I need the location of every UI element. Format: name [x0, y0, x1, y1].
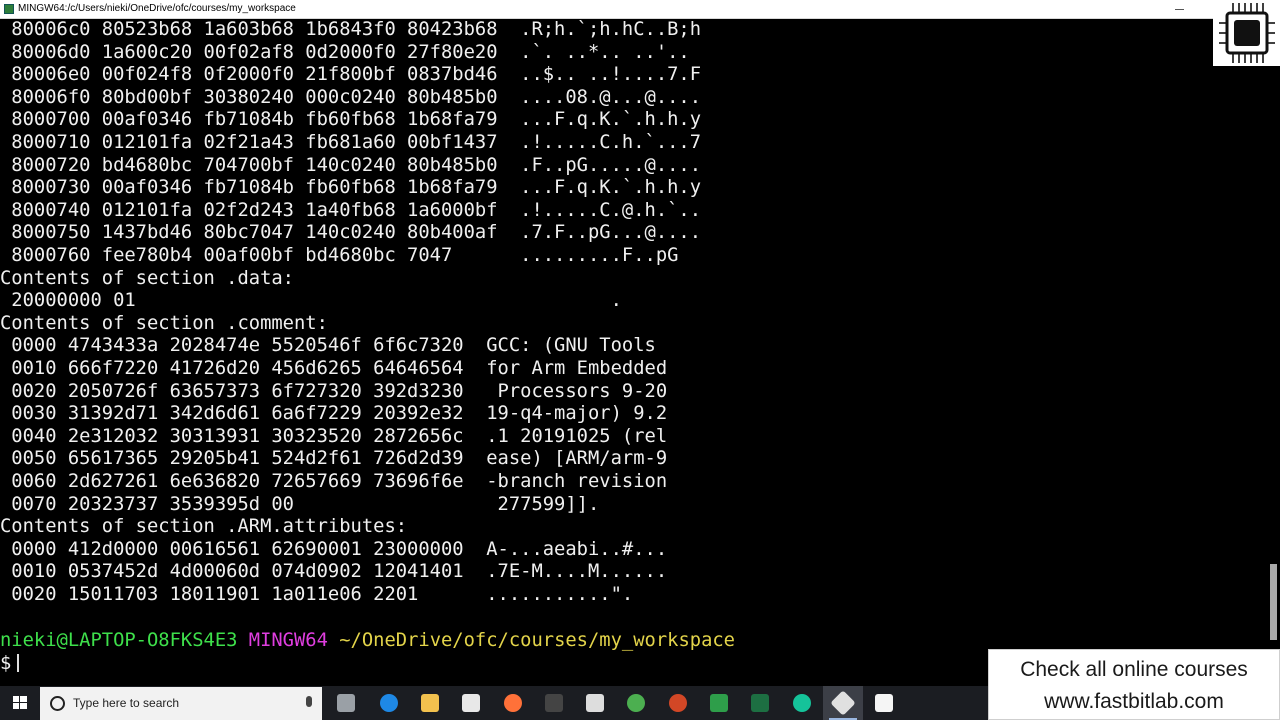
start-button[interactable] — [0, 686, 40, 720]
microphone-icon[interactable] — [306, 696, 312, 707]
window-titlebar: MINGW64:/c/Users/nieki/OneDrive/ofc/cour… — [0, 0, 1280, 19]
terminal-line: 0070 20323737 3539395d 00 277599]]. — [0, 493, 600, 515]
cortana-icon — [50, 696, 65, 711]
terminal-line: 8000750 1437bd46 80bc7047 140c0240 80b40… — [0, 222, 702, 244]
prompt-system: MINGW64 — [248, 630, 328, 651]
chrome-icon[interactable] — [616, 686, 656, 720]
terminal-line: 0060 2d627261 6e636820 72657669 73696f6e… — [0, 471, 668, 492]
terminal-line: 0000 4743433a 2028474e 5520546f 6f6c7320… — [0, 335, 656, 357]
terminal-line: 20000000 01 . — [0, 290, 622, 312]
terminal-line: 80006e0 00f024f8 0f2000f0 21f800bf 0837b… — [0, 64, 702, 86]
terminal-line: 0040 2e312032 30313931 30323520 2872656c… — [0, 425, 668, 447]
terminal-line: 80006d0 1a600c20 00f02af8 0d2000f0 27f80… — [0, 41, 690, 63]
terminal-line: 0030 31392d71 342d6d61 6a6f7229 20392e32… — [0, 403, 668, 425]
taskbar-search-box[interactable]: Type here to search — [40, 687, 322, 720]
ide-icon[interactable] — [699, 686, 739, 720]
store-icon[interactable] — [451, 686, 491, 720]
command-input-line[interactable]: $ — [0, 653, 20, 676]
terminal-icon[interactable] — [864, 686, 904, 720]
terminal-line: 0050 65617365 29205b41 524d2f61 726d2d39… — [0, 448, 668, 470]
grammarly-icon[interactable] — [782, 686, 822, 720]
terminal-line: 8000720 bd4680bc 704700bf 140c0240 80b48… — [0, 154, 702, 176]
text-cursor — [17, 654, 20, 672]
terminal-line: 0020 15011703 18011901 1a011e06 2201 ...… — [0, 584, 634, 605]
section-header: Contents of section .ARM.attributes: — [0, 516, 408, 538]
course-watermark: Check all online courses www.fastbitlab.… — [988, 649, 1280, 720]
terminal-line: 8000730 00af0346 fb71084b fb60fb68 1b68f… — [0, 177, 702, 199]
mingw-app-icon — [4, 4, 14, 14]
search-placeholder: Type here to search — [73, 696, 180, 710]
terminal-line: 8000710 012101fa 02f21a43 fb681a60 00bf1… — [0, 132, 702, 153]
notion-icon[interactable] — [534, 686, 574, 720]
fastbit-chip-logo — [1213, 0, 1280, 66]
prompt-symbol: $ — [0, 653, 12, 674]
watermark-url-text: www.fastbitlab.com — [1044, 690, 1224, 713]
edge-icon[interactable] — [369, 686, 409, 720]
task-view-icon[interactable] — [326, 686, 366, 720]
terminal-output[interactable]: 80006c0 80523b68 1a603b68 1b6843f0 80423… — [0, 19, 1266, 680]
git-icon[interactable] — [823, 686, 863, 720]
prompt-user-host: nieki@LAPTOP-O8FKS4E3 — [0, 630, 238, 651]
file-explorer-icon[interactable] — [410, 686, 450, 720]
chip-icon — [1219, 3, 1275, 63]
scrollbar-thumb[interactable] — [1270, 564, 1277, 640]
excel-icon[interactable] — [740, 686, 780, 720]
watermark-courses-text: Check all online courses — [1020, 658, 1248, 681]
section-header: Contents of section .data: — [0, 267, 294, 289]
shell-prompt: nieki@LAPTOP-O8FKS4E3 MINGW64 ~/OneDrive… — [0, 630, 735, 653]
terminal-line: 0020 2050726f 63657373 6f727320 392d3230… — [0, 380, 668, 402]
terminal-line: 80006c0 80523b68 1a603b68 1b6843f0 80423… — [0, 19, 702, 40]
terminal-line: 0010 0537452d 4d00060d 074d0902 12041401… — [0, 561, 668, 583]
terminal-line: 80006f0 80bd00bf 30380240 000c0240 80b48… — [0, 86, 702, 108]
windows-logo-icon — [13, 696, 27, 709]
prompt-path: ~/OneDrive/ofc/courses/my_workspace — [339, 630, 735, 651]
terminal-line: 8000760 fee780b4 00af00bf bd4680bc 7047 … — [0, 245, 679, 266]
firefox-icon[interactable] — [493, 686, 533, 720]
terminal-scrollbar[interactable] — [1266, 19, 1280, 680]
terminal-line: 8000740 012101fa 02f2d243 1a40fb68 1a600… — [0, 199, 702, 221]
terminal-line: 0010 666f7220 41726d20 456d6265 64646564… — [0, 358, 668, 379]
terminal-line: 0000 412d0000 00616561 62690001 23000000… — [0, 538, 668, 560]
mail-icon[interactable] — [575, 686, 615, 720]
minimize-button[interactable] — [1170, 0, 1190, 18]
powerpoint-icon[interactable] — [658, 686, 698, 720]
window-title: MINGW64:/c/Users/nieki/OneDrive/ofc/cour… — [18, 3, 296, 14]
terminal-line: 8000700 00af0346 fb71084b fb60fb68 1b68f… — [0, 109, 702, 131]
section-header: Contents of section .comment: — [0, 312, 328, 334]
